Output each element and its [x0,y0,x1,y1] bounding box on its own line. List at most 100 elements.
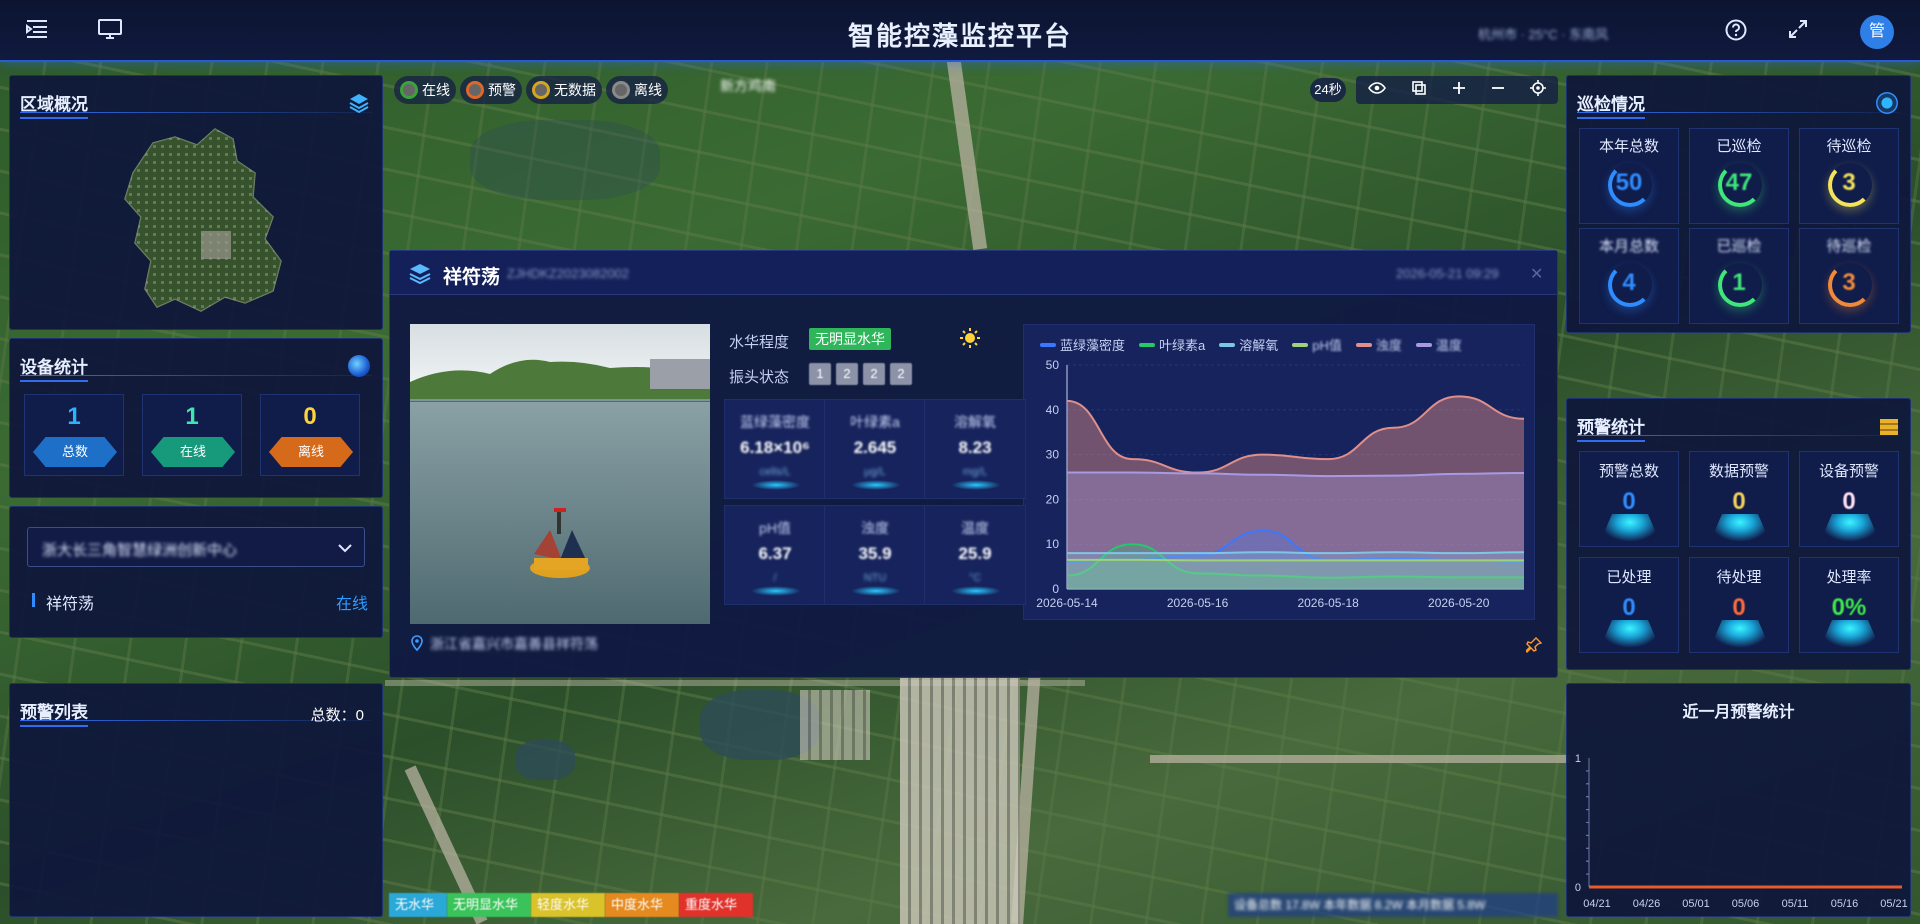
patrol-title: 巡检情况 [1577,90,1645,119]
legend-marker-icon [1415,342,1432,347]
close-icon[interactable]: ✕ [1530,264,1543,284]
station-status: 在线 [335,596,368,613]
org-select[interactable]: 浙大长三角智慧绿洲创新中心 [27,527,365,567]
alert-total: 总数：0 [310,707,364,724]
legend-item[interactable]: 在线 [394,76,456,104]
legend-item[interactable]: 预警 [460,76,522,104]
alert-stat-card: 处理率 0% [1799,557,1899,653]
nozzle-status-list: 1222 [809,363,912,385]
station-photo [410,324,710,624]
patrol-stat-label: 已巡检 [1716,238,1762,255]
x-tick-label: 05/21 [1880,898,1908,910]
alert-stat-card: 数据预警 0 [1689,451,1789,547]
station-datetime: 2026-05-21 09:29 [1396,266,1499,281]
chart-legend-label: pH值 [1312,338,1342,353]
series-line[interactable] [1067,551,1525,555]
chart-legend: 蓝绿藻密度 叶绿素a 溶解氧 pH值 浊度 温度 [1040,335,1462,354]
alert-stat-label: 数据预警 [1708,463,1769,480]
chart-legend-item[interactable]: 温度 [1415,335,1462,354]
region-map-thumbnail[interactable] [105,121,305,321]
chevron-down-icon [338,540,352,558]
patrol-stat-value: 50 [1615,169,1643,196]
metric-card: pH值 6.37 / [724,505,826,605]
alert-stat-label: 待处理 [1716,569,1762,586]
help-icon[interactable] [1722,18,1750,44]
metric-value: 8.23 [958,438,992,457]
x-tick-label: 05/16 [1831,898,1859,910]
legend-item[interactable]: 无数据 [526,76,602,104]
metric-base-glow [851,480,901,490]
chart-legend-item[interactable]: 蓝绿藻密度 [1040,335,1125,354]
chart-legend-item[interactable]: 溶解氧 [1219,335,1278,354]
globe-icon [348,355,370,377]
patrol-stat-label: 已巡检 [1716,138,1762,155]
x-tick-label: 04/21 [1583,898,1611,910]
patrol-stat-label: 待巡检 [1826,238,1872,255]
monthly-chart-svg: 0 1 04/21 04/26 05/01 05/06 05/11 05/16 05/21 [1575,753,1908,910]
patrol-stat-card: 本月总数 4 [1579,228,1679,324]
alert-stat-card: 设备预警 0 [1799,451,1899,547]
alert-stat-value: 0% [1831,594,1867,621]
locate-icon[interactable] [1529,79,1546,101]
legend-label: 无数据 [554,82,596,98]
chart-legend-label: 蓝绿藻密度 [1060,338,1126,353]
org-panel: 浙大长三角智慧绿洲创新中心 祥符荡 在线 [9,506,383,638]
station-code: ZJHDKZ2023082002 [507,266,630,281]
bloom-legend-chip: 无明显水华 [447,893,531,917]
metric-unit: NTU [863,572,887,584]
legend-item[interactable]: 离线 [606,76,668,104]
pedestal-glow [1710,514,1770,542]
water-quality-chart: 蓝绿藻密度 叶绿素a 溶解氧 pH值 浊度 温度 0 10 20 30 40 50 2026-05-1… [1023,324,1535,620]
legend-label: 预警 [488,82,516,98]
water-quality-svg: 0 10 20 30 40 50 2026-05-14 2026-05-16 2026-05-1… [1036,358,1525,610]
metric-value: 6.37 [758,544,792,563]
sun-icon [959,327,981,354]
map-status-legend: 在线 预警 无数据 离线 [394,76,668,108]
patrol-stat-value: 47 [1725,169,1753,196]
alert-stat-card: 已处理 0 [1579,557,1679,653]
x-tick-label: 2026-05-18 [1297,596,1359,610]
patrol-stat-value: 4 [1622,269,1636,296]
x-tick-label: 05/06 [1732,898,1760,910]
user-avatar[interactable]: 管 [1860,15,1894,49]
alert-list-panel: 预警列表 总数：0 [9,683,383,917]
device-stat-card: 1 在线 [142,394,242,476]
chart-legend-item[interactable]: pH值 [1292,335,1342,354]
x-tick-label: 2026-05-14 [1036,596,1098,610]
zoom-out-icon[interactable] [1491,81,1505,100]
device-stat-card: 0 离线 [260,394,360,476]
x-tick-label: 04/26 [1633,898,1661,910]
legend-label: 离线 [634,82,662,98]
patrol-stat-label: 本月总数 [1598,238,1659,255]
metric-card: 浊度 35.9 NTU [824,505,926,605]
org-select-value: 浙大长三角智慧绿洲创新中心 [42,542,238,559]
legend-marker-icon [1219,342,1236,347]
station-stack-icon [407,262,433,289]
metric-base-glow [951,480,1001,490]
chart-legend-item[interactable]: 浊度 [1355,335,1402,354]
chart-legend-item[interactable]: 叶绿素a [1139,335,1205,354]
metric-label: 溶解氧 [954,414,996,430]
map-controls [1356,76,1558,104]
alert-stat-label: 预警总数 [1598,463,1659,480]
patrol-panel: 巡检情况 本年总数 50 已巡检 47 待巡检 3 本月总数 4 已巡检 1 待巡检 3 [1566,75,1911,333]
station-list-item[interactable]: 祥符荡 在线 [32,589,368,613]
chart-legend-label: 温度 [1435,338,1462,353]
metric-base-glow [751,480,801,490]
device-stat-label: 离线 [269,437,353,467]
y-tick-label: 30 [1046,448,1060,462]
metric-label: 叶绿素a [850,414,900,430]
pedestal-glow [1710,620,1770,648]
eye-icon[interactable] [1368,81,1387,100]
layers-copy-icon[interactable] [1411,80,1427,101]
metric-value: 35.9 [858,544,892,563]
zoom-in-icon[interactable] [1452,81,1466,100]
y-tick-label: 10 [1046,537,1060,551]
layers-icon[interactable] [348,92,370,119]
metric-value: 2.645 [853,438,897,457]
pin-icon[interactable] [1525,637,1543,658]
fullscreen-icon[interactable] [1784,18,1812,44]
pedestal-glow [1600,514,1660,542]
alert-stat-label: 设备预警 [1818,463,1879,480]
patrol-stat-card: 已巡检 47 [1689,128,1789,224]
